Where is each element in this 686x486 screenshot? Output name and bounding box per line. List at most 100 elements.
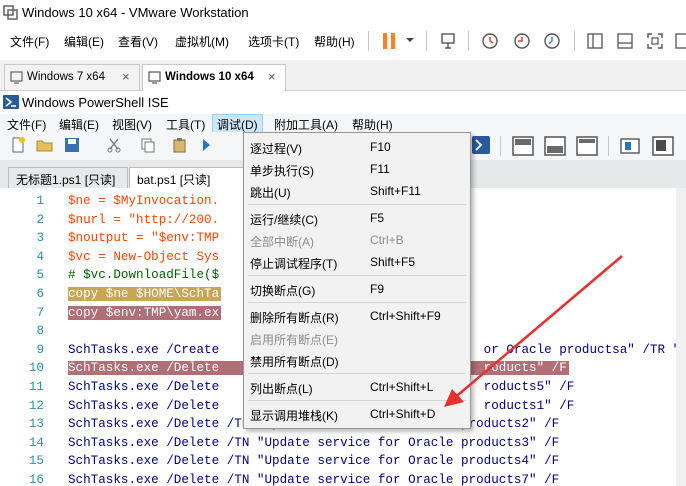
- tab-windows-7[interactable]: Windows 7 x64 ×: [4, 64, 140, 90]
- code-line: $noutput = "$env:TMP: [68, 231, 220, 246]
- menu-item-label: 运行/继续(C): [250, 213, 318, 227]
- vm-menu-file[interactable]: 文件(F): [10, 33, 49, 50]
- console-view-icon[interactable]: [616, 32, 634, 50]
- vm-tab-icon: [10, 71, 23, 84]
- line-number: 12: [28, 398, 44, 413]
- vm-menu-vm[interactable]: 虚拟机(M): [175, 33, 229, 50]
- menu-item-label: 单步执行(S): [250, 164, 314, 178]
- menu-item-step-over[interactable]: 逐过程(V) F10: [244, 136, 470, 158]
- full-screen-icon[interactable]: [646, 32, 664, 50]
- ise-menu-view[interactable]: 视图(V): [112, 116, 152, 133]
- run-icon[interactable]: [202, 137, 212, 153]
- menu-item-label: 列出断点(L): [250, 382, 313, 396]
- code-line: $vc = New-Object Sys: [68, 249, 220, 264]
- show-script-top-icon[interactable]: [512, 136, 534, 156]
- line-number: 9: [36, 342, 44, 357]
- ise-title-bar: Windows PowerShell ISE: [0, 92, 686, 114]
- ise-menu-tools[interactable]: 工具(T): [166, 116, 205, 133]
- menu-item-label: 切换断点(G): [250, 284, 316, 298]
- vertical-scrollbar[interactable]: [676, 188, 686, 486]
- menu-item-label: 逐过程(V): [250, 142, 302, 156]
- code-line: $nurl = "http://200.: [68, 212, 220, 227]
- vm-menu-edit[interactable]: 编辑(E): [64, 33, 104, 50]
- vm-menu-view[interactable]: 查看(V): [118, 33, 158, 50]
- toolbar-divider: [368, 31, 369, 51]
- show-command-addon-icon[interactable]: [652, 136, 674, 156]
- script-tab-untitled[interactable]: 无标题1.ps1 [只读]: [8, 167, 128, 188]
- ise-menu-help[interactable]: 帮助(H): [352, 116, 393, 133]
- cut-icon[interactable]: [106, 137, 122, 153]
- revert-snapshot-icon[interactable]: [512, 32, 532, 50]
- script-tab-bat[interactable]: bat.ps1 [只读]: [129, 167, 251, 188]
- toolbar-divider: [426, 31, 427, 51]
- line-number: 15: [28, 454, 44, 469]
- menu-item-step-into[interactable]: 单步执行(S) F11: [244, 158, 470, 180]
- chevron-down-icon[interactable]: [405, 36, 415, 44]
- powershell-tab-icon[interactable]: [472, 136, 490, 154]
- ise-menu-file[interactable]: 文件(F): [7, 116, 46, 133]
- open-folder-icon[interactable]: [36, 137, 54, 153]
- paste-icon[interactable]: [172, 137, 188, 153]
- toolbar-divider: [574, 31, 575, 51]
- line-number: 11: [28, 380, 44, 394]
- code-line: copy $env:TMP\yam.ex: [68, 305, 222, 320]
- menu-item-run-continue[interactable]: 运行/继续(C) F5: [244, 207, 470, 229]
- line-number: 10: [28, 361, 44, 376]
- ise-menu-debug[interactable]: 调试(D): [212, 114, 263, 133]
- menu-item-label: 删除所有断点(R): [250, 311, 339, 325]
- menu-item-shortcut: F5: [370, 211, 385, 225]
- code-line: SchTasks.exe /Delete /TN "Update service…: [68, 454, 560, 469]
- library-view-icon[interactable]: [586, 32, 604, 50]
- new-file-icon[interactable]: [10, 137, 26, 153]
- menu-separator: [248, 204, 466, 205]
- ise-window-title: Windows PowerShell ISE: [22, 95, 169, 110]
- line-number: 14: [28, 435, 44, 450]
- close-icon[interactable]: ×: [268, 69, 276, 84]
- menu-item-shortcut: Ctrl+Shift+D: [370, 407, 436, 421]
- send-ctrl-alt-del-icon[interactable]: [440, 32, 458, 50]
- line-number: 4: [36, 249, 44, 264]
- menu-item-break-all: 全部中断(A) Ctrl+B: [244, 229, 470, 251]
- snapshot-icon[interactable]: [480, 32, 500, 50]
- snapshot-manager-icon[interactable]: [542, 32, 562, 50]
- vm-menu-help[interactable]: 帮助(H): [314, 33, 355, 50]
- unity-icon[interactable]: [674, 32, 686, 50]
- menu-item-label: 禁用所有断点(D): [250, 355, 339, 369]
- line-number: 1: [36, 194, 44, 208]
- close-icon[interactable]: ×: [122, 69, 130, 84]
- tab-label: Windows 10 x64: [165, 71, 254, 83]
- code-line: SchTasks.exe /Delete /TN "Update service…: [68, 435, 560, 450]
- menu-item-step-out[interactable]: 跳出(U) Shift+F11: [244, 180, 470, 202]
- show-script-right-icon[interactable]: [544, 136, 566, 156]
- save-icon[interactable]: [64, 137, 80, 153]
- code-line: # $vc.DownloadFile($: [68, 268, 220, 283]
- line-number: 6: [36, 287, 44, 301]
- ise-menu-addons[interactable]: 附加工具(A): [274, 116, 338, 133]
- ise-menubar: 文件(F) 编辑(E) 视图(V) 工具(T) 调试(D) 附加工具(A) 帮助…: [0, 114, 686, 133]
- menu-item-shortcut: Ctrl+B: [370, 233, 404, 247]
- ise-menu-edit[interactable]: 编辑(E): [59, 116, 99, 133]
- tab-windows-10[interactable]: Windows 10 x64 ×: [142, 64, 286, 91]
- vmware-logo-icon: [3, 5, 18, 20]
- vm-tab-icon: [148, 71, 161, 84]
- vm-menu-tabs[interactable]: 选项卡(T): [248, 33, 299, 50]
- code-line: $ne = $MyInvocation.: [68, 194, 220, 208]
- line-number: 7: [36, 305, 44, 320]
- toolbar-divider: [608, 136, 609, 156]
- menu-item-shortcut: Shift+F5: [370, 255, 416, 269]
- show-commands-icon[interactable]: [620, 136, 640, 156]
- vm-tab-strip: Windows 7 x64 × Windows 10 x64 ×: [0, 60, 686, 91]
- copy-icon[interactable]: [140, 137, 156, 153]
- powershell-icon: [3, 95, 19, 109]
- menu-item-shortcut: Shift+F11: [370, 184, 421, 198]
- vmware-menubar: 文件(F) 编辑(E) 查看(V) 虚拟机(M) 选项卡(T) 帮助(H): [0, 26, 686, 56]
- menu-item-label: 跳出(U): [250, 186, 291, 200]
- line-number: 5: [36, 268, 44, 283]
- pause-icon[interactable]: [380, 31, 398, 51]
- line-number: 13: [28, 417, 44, 432]
- menu-item-label: 停止调试程序(T): [250, 257, 338, 271]
- tab-label: Windows 7 x64: [27, 71, 105, 83]
- show-script-maximized-icon[interactable]: [576, 136, 598, 156]
- script-tab-label: bat.ps1 [只读]: [137, 173, 211, 187]
- menu-item-label: 全部中断(A): [250, 235, 314, 249]
